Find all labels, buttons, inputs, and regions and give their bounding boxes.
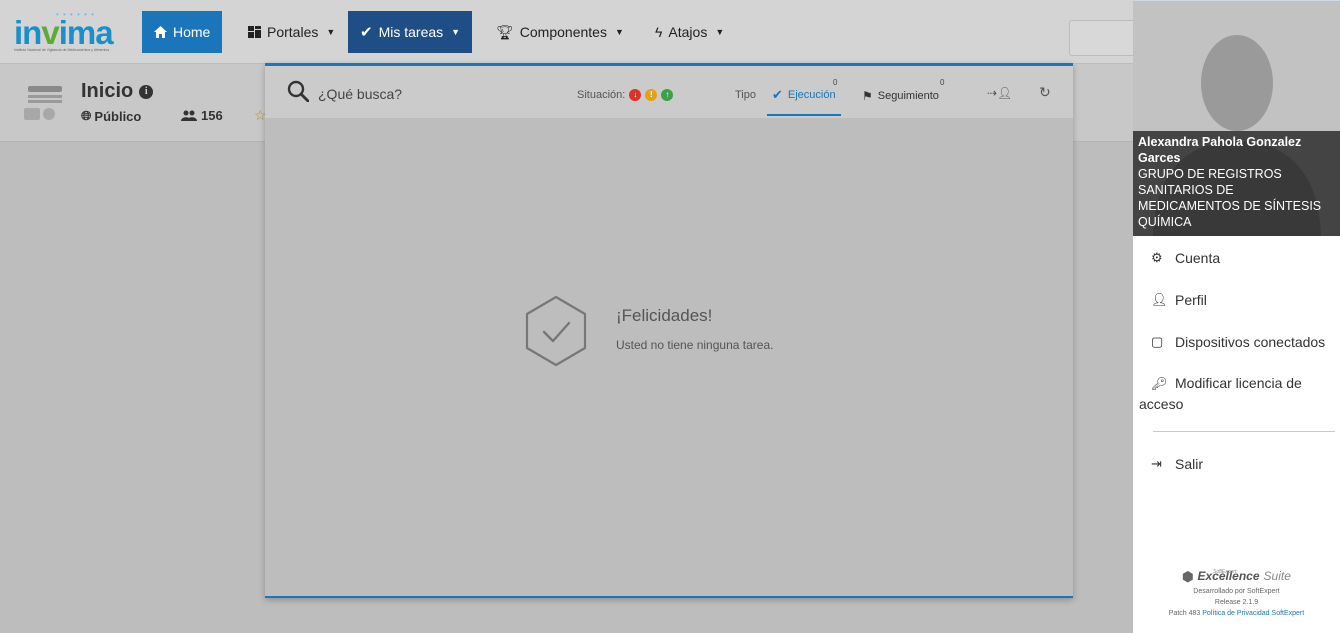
nav-mis-tareas[interactable]: ✔ Mis tareas ▼ bbox=[348, 11, 473, 53]
visibility-label: 🌐︎ Público bbox=[81, 108, 141, 124]
softexpert-logo: ⬢ SoftExpert Excellence Suite bbox=[1133, 569, 1340, 584]
info-icon[interactable]: i bbox=[139, 84, 154, 99]
page-title-text: Inicio bbox=[81, 80, 134, 102]
tab-seguimiento-count: 0 bbox=[940, 78, 945, 87]
user-icon: 👤︎ bbox=[1151, 292, 1168, 307]
menu-cuenta[interactable]: ⚙ Cuenta bbox=[1133, 237, 1340, 279]
situation-filter: Situación: ↓ ! ↑ bbox=[577, 89, 674, 101]
nav-portales[interactable]: Portales ▼ bbox=[236, 11, 347, 53]
nav-home-label: Home bbox=[173, 24, 211, 40]
chevron-down-icon: ▼ bbox=[326, 27, 336, 37]
brand-small: SoftExpert bbox=[1213, 569, 1237, 575]
menu-salir-wrap: ⇥ Salir bbox=[1133, 443, 1340, 485]
user-menu: ⚙ Cuenta 👤︎ Perfil ▢ Dispositivos conect… bbox=[1133, 237, 1340, 427]
tab-ejecucion-count: 0 bbox=[833, 78, 838, 87]
flag-icon: ⚑ bbox=[862, 89, 873, 103]
search-icon[interactable] bbox=[287, 80, 309, 102]
users-count-value: 156 bbox=[201, 108, 223, 123]
tab-ejecucion[interactable]: ✔ Ejecución 0 bbox=[767, 76, 841, 116]
logout-icon: ⇥ bbox=[1151, 456, 1162, 471]
situation-label: Situación: bbox=[577, 89, 626, 101]
user-sidebar: Alexandra Pahola Gonzalez Garces GRUPO D… bbox=[1133, 0, 1340, 633]
chevron-down-icon: ▼ bbox=[451, 27, 461, 37]
tablet-icon: ▢ bbox=[1151, 334, 1164, 349]
menu-salir-label: Salir bbox=[1175, 456, 1204, 472]
avatar[interactable]: Alexandra Pahola Gonzalez Garces GRUPO D… bbox=[1133, 1, 1340, 236]
nav-componentes[interactable]: 🏆︎ Componentes ▼ bbox=[484, 11, 636, 53]
empty-state-message: Usted no tiene ninguna tarea. bbox=[616, 338, 774, 352]
menu-perfil[interactable]: 👤︎ Perfil bbox=[1133, 279, 1340, 321]
menu-dispositivos-label: Dispositivos conectados bbox=[1175, 334, 1326, 350]
overdue-status-icon[interactable]: ↓ bbox=[629, 89, 642, 101]
trophy-icon: 🏆︎ bbox=[496, 23, 514, 40]
tab-ejecucion-label: Ejecución bbox=[787, 89, 836, 101]
hexagon-check-icon bbox=[525, 295, 587, 367]
patch: Patch 483 bbox=[1168, 610, 1201, 617]
check-icon: ✔ bbox=[360, 24, 373, 41]
globe-icon: 🌐︎ bbox=[81, 108, 92, 123]
key-icon: 🔑︎ bbox=[1151, 376, 1168, 391]
menu-divider bbox=[1153, 431, 1335, 432]
chevron-down-icon: ▼ bbox=[614, 27, 624, 37]
developed-by: Desarrollado por SoftExpert bbox=[1193, 588, 1280, 595]
tab-seguimiento[interactable]: ⚑ Seguimiento 0 bbox=[858, 76, 945, 116]
nav-home[interactable]: Home bbox=[142, 11, 223, 53]
brand-suite: Suite bbox=[1263, 569, 1291, 583]
global-search-input[interactable] bbox=[1069, 20, 1133, 56]
task-search-input[interactable]: ¿Qué busca? bbox=[318, 86, 402, 102]
page-title: Inicio i bbox=[81, 80, 154, 103]
menu-licencia[interactable]: 🔑︎ Modificar licencia de acceso bbox=[1133, 363, 1340, 427]
check-icon: ✔ bbox=[772, 87, 783, 102]
users-count[interactable]: 156 bbox=[181, 108, 223, 123]
ontime-status-icon[interactable]: ↑ bbox=[661, 89, 674, 101]
menu-dispositivos[interactable]: ▢ Dispositivos conectados bbox=[1133, 321, 1340, 363]
logo-subtitle: Instituto Nacional de Vigilancia de Medi… bbox=[14, 48, 110, 52]
nav-mis-tareas-label: Mis tareas bbox=[378, 24, 444, 40]
release: Release 2.1.9 bbox=[1214, 599, 1259, 606]
user-group: GRUPO DE REGISTROS SANITARIOS DE MEDICAM… bbox=[1138, 167, 1322, 229]
empty-state: ¡Felicidades! Usted no tiene ninguna tar… bbox=[523, 294, 823, 374]
patch-line: Patch 483 Política de Privacidad SoftExp… bbox=[1133, 608, 1340, 619]
chevron-down-icon: ▼ bbox=[715, 27, 725, 37]
refresh-icon[interactable]: ↻ bbox=[1039, 84, 1051, 101]
menu-perfil-label: Perfil bbox=[1175, 292, 1207, 308]
menu-cuenta-label: Cuenta bbox=[1175, 250, 1221, 266]
user-caption: Alexandra Pahola Gonzalez Garces GRUPO D… bbox=[1133, 131, 1340, 236]
privacy-link[interactable]: Política de Privacidad SoftExpert bbox=[1202, 610, 1304, 617]
visibility-text: Público bbox=[94, 108, 142, 124]
shield-icon: ⬢ bbox=[1182, 569, 1194, 584]
footer: ⬢ SoftExpert Excellence Suite Desarrolla… bbox=[1133, 569, 1340, 619]
user-name: Alexandra Pahola Gonzalez Garces bbox=[1138, 135, 1302, 165]
users-icon bbox=[181, 110, 197, 121]
gear-icon: ⚙ bbox=[1151, 250, 1163, 265]
menu-licencia-wrap: 🔑︎ Modificar licencia de acceso bbox=[1139, 373, 1334, 415]
nav-portales-label: Portales bbox=[267, 24, 319, 40]
page-type-icon bbox=[24, 84, 68, 122]
type-label: Tipo bbox=[735, 89, 756, 101]
invima-logo[interactable]: • • • • • • invima Instituto Nacional de… bbox=[12, 10, 134, 54]
logo-wordmark: invima bbox=[14, 14, 114, 51]
tasks-dropdown-panel: ¿Qué busca? Situación: ↓ ! ↑ Tipo ✔ Ejec… bbox=[265, 63, 1073, 598]
dashboard-icon bbox=[248, 26, 261, 38]
tab-seguimiento-label: Seguimiento bbox=[877, 90, 939, 102]
nav-componentes-label: Componentes bbox=[519, 24, 607, 40]
empty-state-title: ¡Felicidades! bbox=[616, 306, 713, 325]
nav-atajos-label: Atajos bbox=[668, 24, 708, 40]
nav-atajos[interactable]: ϟ Atajos ▼ bbox=[643, 11, 736, 53]
top-navbar: • • • • • • invima Instituto Nacional de… bbox=[0, 0, 1133, 64]
home-icon bbox=[154, 26, 167, 38]
bolt-icon: ϟ bbox=[655, 24, 663, 40]
tasks-toolbar: ¿Qué busca? Situación: ↓ ! ↑ Tipo ✔ Ejec… bbox=[265, 66, 1073, 118]
assign-user-icon[interactable]: ⇢👤︎ bbox=[987, 86, 1012, 100]
warning-status-icon[interactable]: ! bbox=[645, 89, 658, 101]
menu-salir[interactable]: ⇥ Salir bbox=[1133, 443, 1340, 485]
